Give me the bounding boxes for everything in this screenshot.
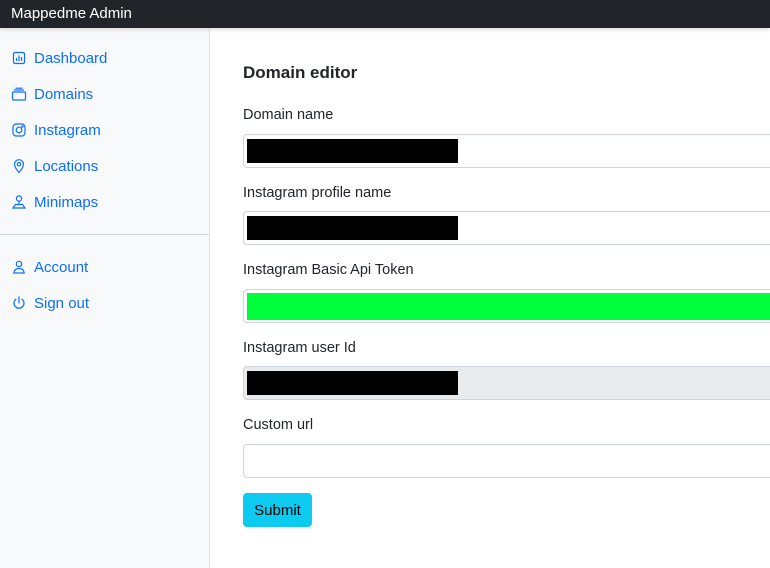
sidebar-item-label: Sign out bbox=[34, 294, 90, 312]
instagram-profile-name-field[interactable] bbox=[243, 211, 770, 245]
sidebar-item-label: Dashboard bbox=[34, 49, 108, 67]
sidebar: Dashboard Domains Instagram Locations Mi… bbox=[0, 28, 210, 568]
submit-button[interactable]: Submit bbox=[243, 493, 312, 527]
instagram-icon bbox=[11, 122, 27, 138]
sidebar-item-label: Account bbox=[34, 258, 89, 276]
top-navbar: Mappedme Admin bbox=[0, 0, 770, 28]
redaction-block bbox=[247, 139, 458, 163]
sidebar-item-sign-out[interactable]: Sign out bbox=[11, 292, 89, 314]
instagram-profile-name-label: Instagram profile name bbox=[243, 185, 392, 201]
power-icon bbox=[11, 295, 27, 311]
sidebar-item-locations[interactable]: Locations bbox=[11, 155, 98, 177]
instagram-api-token-label: Instagram Basic Api Token bbox=[243, 262, 414, 278]
minimap-icon bbox=[11, 194, 27, 210]
instagram-user-id-field bbox=[243, 366, 770, 400]
main-content: Domain editor Domain name Instagram prof… bbox=[210, 28, 770, 568]
redaction-block bbox=[247, 293, 770, 320]
instagram-user-id-label: Instagram user Id bbox=[243, 340, 356, 356]
redaction-block bbox=[247, 371, 458, 395]
custom-url-label: Custom url bbox=[243, 417, 314, 433]
sidebar-item-dashboard[interactable]: Dashboard bbox=[11, 47, 107, 69]
sidebar-item-label: Domains bbox=[34, 85, 94, 103]
sidebar-item-domains[interactable]: Domains bbox=[11, 83, 93, 105]
dashboard-icon bbox=[11, 50, 27, 66]
location-pin-icon bbox=[11, 158, 27, 174]
sidebar-item-label: Locations bbox=[34, 157, 99, 175]
sidebar-item-label: Instagram bbox=[34, 121, 101, 139]
user-icon bbox=[11, 259, 27, 275]
redaction-block bbox=[247, 216, 458, 240]
sidebar-item-instagram[interactable]: Instagram bbox=[11, 119, 101, 141]
custom-url-input[interactable] bbox=[244, 445, 770, 477]
instagram-api-token-field[interactable] bbox=[243, 289, 770, 323]
page-title: Domain editor bbox=[243, 63, 358, 82]
domain-name-label: Domain name bbox=[243, 107, 334, 123]
brand-link[interactable]: Mappedme Admin bbox=[11, 5, 132, 23]
sidebar-item-label: Minimaps bbox=[34, 193, 99, 211]
custom-url-field[interactable] bbox=[243, 444, 770, 478]
sidebar-item-account[interactable]: Account bbox=[11, 256, 88, 278]
sidebar-divider bbox=[0, 234, 209, 235]
sidebar-item-minimaps[interactable]: Minimaps bbox=[11, 191, 98, 213]
domain-name-field[interactable] bbox=[243, 134, 770, 168]
domains-icon bbox=[11, 86, 27, 102]
